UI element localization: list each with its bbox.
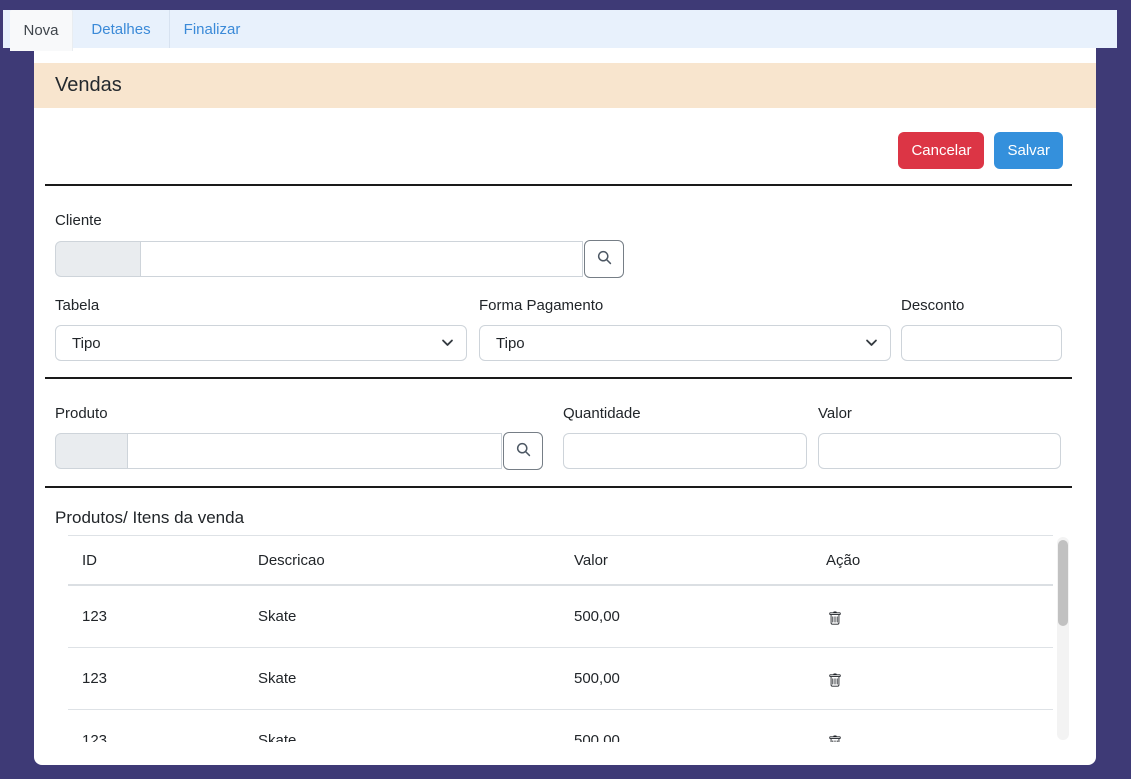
tab-detalhes[interactable]: Detalhes (73, 10, 170, 48)
divider (45, 486, 1072, 488)
column-header-valor: Valor (560, 536, 812, 586)
desconto-label: Desconto (901, 297, 964, 314)
quantidade-field[interactable] (563, 433, 807, 469)
forma-pagamento-label: Forma Pagamento (479, 297, 603, 314)
panel-header: Vendas (34, 63, 1096, 108)
save-button[interactable]: Salvar (994, 132, 1063, 169)
table-row: 123 Skate 500,00 (68, 585, 1053, 647)
delete-button[interactable] (826, 609, 844, 631)
delete-button[interactable] (826, 671, 844, 693)
tabela-select-wrap: Tipo (55, 325, 467, 361)
main-card: Vendas Cancelar Salvar Cliente Tabela (34, 48, 1096, 765)
cliente-input-group (55, 241, 624, 278)
action-buttons: Cancelar Salvar (898, 132, 1063, 169)
table-row: 123 Skate 500,00 (68, 647, 1053, 709)
tabela-label: Tabela (55, 297, 99, 314)
item-id: 123 (68, 585, 244, 647)
item-valor: 500,00 (560, 585, 812, 647)
produto-search-button[interactable] (503, 432, 543, 470)
divider (45, 184, 1072, 186)
item-id: 123 (68, 647, 244, 709)
item-valor: 500,00 (560, 647, 812, 709)
items-table-container: ID Descricao Valor Ação 123 Skate 500,00 (68, 535, 1053, 742)
item-descricao: Skate (244, 647, 560, 709)
item-id: 123 (68, 709, 244, 742)
cliente-code-field[interactable] (55, 241, 141, 277)
divider (45, 377, 1072, 379)
valor-label: Valor (818, 405, 852, 422)
item-descricao: Skate (244, 585, 560, 647)
produto-name-field[interactable] (128, 433, 502, 469)
trash-icon (828, 614, 842, 629)
valor-field[interactable] (818, 433, 1061, 469)
app-window: Nova Detalhes Finalizar Vendas Cancelar … (0, 0, 1131, 779)
table-header-row: ID Descricao Valor Ação (68, 536, 1053, 586)
search-icon (515, 441, 532, 461)
tab-nova[interactable]: Nova (10, 10, 73, 51)
produto-code-field[interactable] (55, 433, 128, 469)
tabela-select[interactable]: Tipo (55, 325, 467, 361)
delete-button[interactable] (826, 733, 844, 742)
page-title: Vendas (55, 74, 122, 97)
cliente-label: Cliente (55, 212, 102, 229)
trash-icon (828, 738, 842, 742)
column-header-descricao: Descricao (244, 536, 560, 586)
cliente-search-button[interactable] (584, 240, 624, 278)
forma-pagamento-select-wrap: Tipo (479, 325, 891, 361)
forma-pagamento-select[interactable]: Tipo (479, 325, 891, 361)
cancel-button[interactable]: Cancelar (898, 132, 984, 169)
trash-icon (828, 676, 842, 691)
cliente-name-field[interactable] (141, 241, 583, 277)
items-section-title: Produtos/ Itens da venda (55, 508, 244, 528)
item-descricao: Skate (244, 709, 560, 742)
item-valor: 500,00 (560, 709, 812, 742)
column-header-acao: Ação (812, 536, 1053, 586)
table-scrollbar[interactable] (1057, 537, 1069, 740)
items-table: ID Descricao Valor Ação 123 Skate 500,00 (68, 535, 1053, 742)
table-scrollbar-thumb[interactable] (1058, 540, 1068, 626)
produto-label: Produto (55, 405, 108, 422)
quantidade-label: Quantidade (563, 405, 641, 422)
tab-finalizar[interactable]: Finalizar (170, 10, 254, 48)
table-row: 123 Skate 500,00 (68, 709, 1053, 742)
column-header-id: ID (68, 536, 244, 586)
desconto-field[interactable] (901, 325, 1062, 361)
search-icon (596, 249, 613, 269)
tab-bar: Nova Detalhes Finalizar (3, 10, 1117, 48)
produto-input-group (55, 433, 543, 470)
